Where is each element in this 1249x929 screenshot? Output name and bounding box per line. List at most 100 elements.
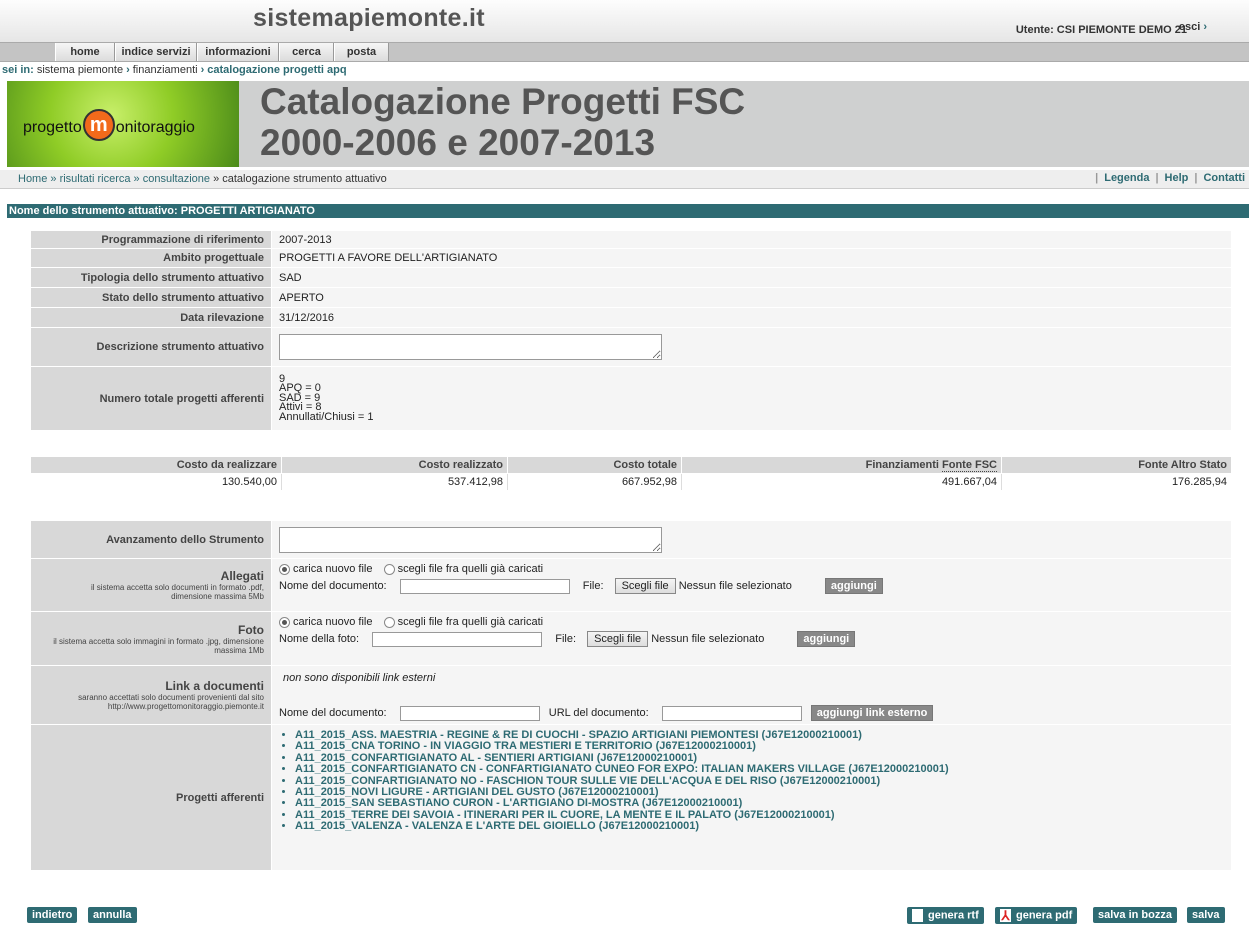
detail-row: Data rilevazione 31/12/2016 xyxy=(31,308,1231,327)
attachments-radio-new[interactable] xyxy=(279,563,290,575)
legenda-link[interactable]: Legenda xyxy=(1104,172,1149,184)
site-header: sistemapiemonte.it Utente: CSI PIEMONTE … xyxy=(0,0,1249,42)
detail-value: SAD xyxy=(272,268,1231,287)
fonte-fsc-abbr[interactable]: Fonte FSC xyxy=(942,459,997,472)
site-title: sistemapiemonte.it xyxy=(253,4,485,32)
links-label: Link a documenti xyxy=(165,679,264,693)
page-title: Catalogazione Progetti FSC 2000-2006 e 2… xyxy=(260,81,746,163)
breadcrumb-finanziamenti[interactable]: finanziamenti xyxy=(133,64,198,76)
total-projects-label: Numero totale progetti afferenti xyxy=(31,367,271,430)
back-button[interactable]: indietro xyxy=(27,907,78,923)
detail-row: Ambito progettuale PROGETTI A FAVORE DEL… xyxy=(31,249,1231,267)
closed-count: Annullati/Chiusi = 1 xyxy=(279,410,374,423)
page-banner: progetto m onitoraggio Catalogazione Proge… xyxy=(7,81,1249,167)
project-link[interactable]: A11_2015_CONFARTIGIANATO CN - CONFARTIGI… xyxy=(295,763,1231,775)
section-title: Nome dello strumento attuativo: PROGETTI… xyxy=(7,204,1249,218)
detail-row: Tipologia dello strumento attuativo SAD xyxy=(31,268,1231,287)
projects-label: Progetti afferenti xyxy=(31,725,271,870)
cell-fonte-altro-stato: 176.285,94 xyxy=(1171,476,1227,488)
nav-cerca[interactable]: cerca xyxy=(279,43,334,61)
generate-pdf-button[interactable]: ⅄ genera pdf xyxy=(995,907,1078,924)
nav-indice-servizi[interactable]: indice servizi xyxy=(115,43,197,61)
chevron-right-icon: › xyxy=(200,64,205,76)
photo-add-button[interactable]: aggiungi xyxy=(797,631,856,647)
pdf-icon: ⅄ xyxy=(1000,908,1011,923)
description-label: Descrizione strumento attuativo xyxy=(31,328,271,366)
crumb-risultati-ricerca[interactable]: » risultati ricerca xyxy=(50,173,130,185)
nav-posta[interactable]: posta xyxy=(334,43,389,61)
photos-label: Foto xyxy=(238,622,264,637)
photos-row: Foto il sistema accetta solo immagini in… xyxy=(31,612,1231,665)
save-draft-button[interactable]: salva in bozza xyxy=(1093,907,1177,923)
generate-rtf-button[interactable]: genera rtf xyxy=(907,907,984,924)
breadcrumb-sistema-piemonte[interactable]: sistema piemonte xyxy=(37,64,123,76)
logout-label: esci xyxy=(1178,21,1201,33)
magnifier-logo-icon: m xyxy=(82,109,115,141)
detail-value: 2007-2013 xyxy=(272,231,1231,248)
col-costo-da-realizzare: Costo da realizzare xyxy=(31,457,282,473)
photos-radio-existing[interactable] xyxy=(383,616,395,628)
help-link[interactable]: Help xyxy=(1165,172,1189,184)
cost-table-header: Costo da realizzare Costo realizzato Cos… xyxy=(31,457,1231,473)
detail-row: Stato dello strumento attuativo APERTO xyxy=(31,288,1231,307)
save-button[interactable]: salva xyxy=(1187,907,1225,923)
detail-label: Tipologia dello strumento attuativo xyxy=(31,268,271,287)
crumb-current: » catalogazione strumento attuativo xyxy=(213,173,387,185)
photo-choose-file-button[interactable]: Scegli file xyxy=(587,631,649,648)
breadcrumb-current: catalogazione progetti apq xyxy=(207,64,347,76)
chevron-right-icon: › xyxy=(126,64,130,76)
cell-costo-realizzato: 537.412,98 xyxy=(282,474,508,490)
advancement-textarea[interactable] xyxy=(279,526,662,553)
advancement-row: Avanzamento dello Strumento xyxy=(31,521,1231,558)
cost-table-row: 130.540,00 537.412,98 667.952,98 491.667… xyxy=(31,474,1231,490)
detail-value: 31/12/2016 xyxy=(272,308,1231,327)
cell-costo-da-realizzare: 130.540,00 xyxy=(31,474,282,490)
cell-fonte-fsc: 491.667,04 xyxy=(682,474,1002,490)
project-link[interactable]: A11_2015_VALENZA - VALENZA E L'ARTE DEL … xyxy=(295,820,1231,832)
link-add-button[interactable]: aggiungi link esterno xyxy=(810,705,934,721)
attachments-radio-existing[interactable] xyxy=(383,563,395,575)
col-fonte-altro-stato: Fonte Altro Stato xyxy=(1138,459,1227,471)
col-finanziamenti-fonte-fsc: Finanziamenti Fonte FSC xyxy=(682,457,1002,473)
detail-value: PROGETTI A FAVORE DELL'ARTIGIANATO xyxy=(272,249,1231,267)
detail-label: Ambito progettuale xyxy=(31,249,271,267)
attachment-name-input[interactable] xyxy=(399,578,570,594)
detail-label: Stato dello strumento attuativo xyxy=(31,288,271,307)
breadcrumb-label: sei in: xyxy=(2,64,34,76)
attachment-file-status: Nessun file selezionato xyxy=(678,580,792,592)
projects-row: Progetti afferenti A11_2015_ASS. MAESTRI… xyxy=(31,725,1231,870)
attachment-add-button[interactable]: aggiungi xyxy=(824,578,883,594)
breadcrumb-main: Home » risultati ricerca » consultazione… xyxy=(0,170,1249,189)
attachment-choose-file-button[interactable]: Scegli file xyxy=(614,578,676,595)
crumb-home[interactable]: Home xyxy=(18,173,47,185)
col-costo-totale: Costo totale xyxy=(508,457,682,473)
detail-label: Data rilevazione xyxy=(31,308,271,327)
description-textarea[interactable] xyxy=(279,334,662,360)
progetto-monitoraggio-logo[interactable]: progetto m onitoraggio xyxy=(7,81,239,167)
links-row: Link a documenti saranno accettati solo … xyxy=(31,666,1231,724)
contatti-link[interactable]: Contatti xyxy=(1203,172,1245,184)
user-label: Utente: CSI PIEMONTE DEMO 21 xyxy=(1015,24,1187,36)
photo-name-input[interactable] xyxy=(372,631,543,647)
crumb-consultazione[interactable]: » consultazione xyxy=(134,173,210,185)
link-name-input[interactable] xyxy=(399,705,540,721)
photo-file-status: Nessun file selezionato xyxy=(651,633,765,645)
description-row: Descrizione strumento attuativo xyxy=(31,328,1231,366)
link-url-input[interactable] xyxy=(661,705,802,721)
chevron-right-icon: › xyxy=(1203,21,1207,33)
col-costo-realizzato: Costo realizzato xyxy=(282,457,508,473)
total-projects-row: Numero totale progetti afferenti 9 APQ =… xyxy=(31,367,1231,430)
detail-label: Programmazione di riferimento xyxy=(31,231,271,248)
cell-costo-totale: 667.952,98 xyxy=(508,474,682,490)
top-navigation: home indice servizi informazioni cerca p… xyxy=(0,42,1249,62)
photos-radio-new[interactable] xyxy=(279,616,290,628)
detail-value: APERTO xyxy=(272,288,1231,307)
nav-home[interactable]: home xyxy=(55,43,115,61)
attachments-row: Allegati il sistema accetta solo documen… xyxy=(31,559,1231,611)
logout-link[interactable]: esci › xyxy=(1179,21,1207,33)
projects-list: A11_2015_ASS. MAESTRIA - REGINE & RE DI … xyxy=(279,729,1231,833)
attachments-label: Allegati xyxy=(220,569,264,583)
cancel-button[interactable]: annulla xyxy=(88,907,137,923)
document-icon xyxy=(912,909,923,922)
nav-informazioni[interactable]: informazioni xyxy=(197,43,279,61)
